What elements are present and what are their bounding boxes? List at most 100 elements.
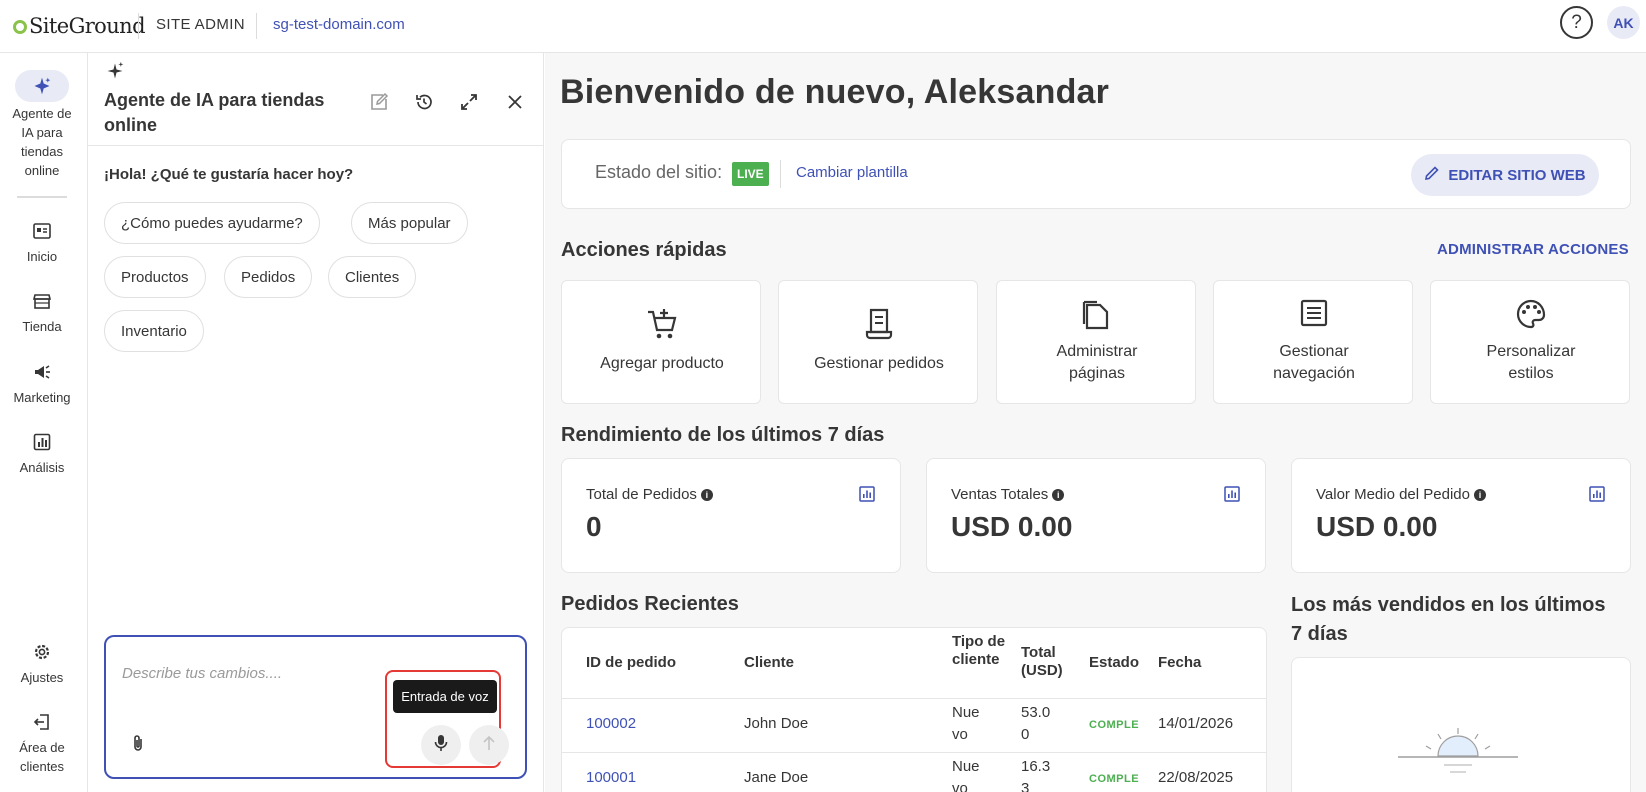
navigation-list-icon	[1214, 299, 1414, 327]
edit-site-label: EDITAR SITIO WEB	[1448, 166, 1586, 184]
nav-label: Marketing	[13, 390, 71, 405]
avatar[interactable]: AK	[1607, 6, 1640, 39]
new-chat-icon[interactable]	[365, 88, 393, 116]
quick-action-add-product[interactable]: Agregar producto	[561, 280, 761, 404]
edit-site-button[interactable]: EDITAR SITIO WEB	[1411, 154, 1599, 196]
site-admin-label: SITE ADMIN	[156, 16, 246, 33]
metric-title: Valor Medio del Pedido i	[1316, 486, 1486, 503]
quick-action-label: Gestionar pedidos	[814, 355, 944, 372]
row-divider	[562, 698, 1267, 699]
chart-icon[interactable]	[859, 486, 875, 507]
expand-icon[interactable]	[455, 88, 483, 116]
close-icon[interactable]	[501, 88, 529, 116]
suggestion-chip[interactable]: Pedidos	[224, 256, 313, 298]
exit-icon	[0, 712, 84, 732]
suggestion-chip[interactable]: Más popular	[351, 202, 468, 244]
order-id-link[interactable]: 100002	[586, 713, 636, 735]
metric-label: Valor Medio del Pedido	[1316, 486, 1470, 503]
paperclip-icon[interactable]	[129, 733, 147, 758]
palette-icon	[1431, 299, 1631, 329]
gear-icon	[0, 642, 84, 662]
metric-card-orders: Total de Pedidos i 0	[561, 458, 901, 573]
chart-icon[interactable]	[1589, 486, 1605, 507]
sunrise-empty-state-icon	[1396, 726, 1520, 783]
add-to-cart-icon	[562, 307, 762, 341]
quick-action-manage-navigation[interactable]: Gestionar navegación	[1213, 280, 1413, 404]
quick-action-manage-orders[interactable]: Gestionar pedidos	[778, 280, 978, 404]
chat-greeting: ¡Hola! ¿Qué te gustaría hacer hoy?	[104, 166, 354, 183]
microphone-icon	[432, 733, 450, 758]
metric-value: 0	[586, 511, 602, 542]
history-icon[interactable]	[410, 88, 438, 116]
suggestion-chip[interactable]: Clientes	[328, 256, 417, 298]
domain-link[interactable]: sg-test-domain.com	[273, 16, 405, 33]
info-icon[interactable]: i	[700, 488, 713, 501]
chat-header: Agente de IA para tiendas online	[88, 53, 544, 146]
store-icon	[0, 291, 84, 311]
nav-divider	[17, 196, 67, 198]
logo-icon	[13, 20, 27, 34]
table-header: Cliente	[744, 654, 795, 671]
quick-action-text: Gestionar navegación	[1273, 343, 1355, 382]
order-customer-type: Nue vo	[952, 704, 980, 743]
order-total: 16.3 3	[1021, 758, 1051, 792]
main-content: Bienvenido de nuevo, Aleksandar Estado d…	[545, 53, 1646, 792]
quick-action-customize-styles[interactable]: Personalizar estilos	[1430, 280, 1630, 404]
top-bar: SiteGround SITE ADMIN sg-test-domain.com…	[0, 0, 1646, 53]
send-button[interactable]	[469, 725, 509, 765]
nav-item-area-clientes[interactable]: Área de clientes	[0, 712, 84, 776]
metric-card-sales: Ventas Totales i USD 0.00	[926, 458, 1266, 573]
nav-item-tienda[interactable]: Tienda	[0, 291, 84, 336]
suggestion-chip[interactable]: Productos	[104, 256, 206, 298]
suggestion-chip[interactable]: ¿Cómo puedes ayudarme?	[104, 202, 320, 244]
nav-label: Ajustes	[20, 670, 64, 685]
recent-orders-title: Pedidos Recientes	[561, 593, 739, 615]
page-title: Bienvenido de nuevo, Aleksandar	[560, 73, 1110, 111]
table-header: Fecha	[1158, 654, 1202, 671]
info-icon[interactable]: i	[1473, 488, 1486, 501]
metric-label: Total de Pedidos	[586, 486, 697, 503]
divider	[256, 13, 257, 39]
microphone-button[interactable]	[421, 725, 461, 765]
nav-label: Tienda	[22, 319, 62, 334]
nav-label: Área de clientes	[19, 740, 65, 774]
siteground-logo[interactable]: SiteGround	[13, 13, 146, 39]
suggestion-chip[interactable]: Inventario	[104, 310, 204, 352]
site-status-label: Estado del sitio:	[595, 162, 723, 182]
status-badge: LIVE	[732, 162, 769, 186]
site-status-card: Estado del sitio: LIVE Cambiar plantilla…	[561, 139, 1631, 209]
quick-action-manage-pages[interactable]: Administrar páginas	[996, 280, 1196, 404]
megaphone-icon	[0, 362, 84, 382]
voice-input-tooltip: Entrada de voz	[393, 680, 497, 713]
nav-item-analisis[interactable]: Análisis	[0, 432, 84, 477]
order-date: 14/01/2026	[1158, 715, 1234, 732]
analytics-icon	[0, 432, 84, 452]
quick-action-label: Administrar páginas	[997, 341, 1197, 385]
order-id-link[interactable]: 100001	[586, 767, 636, 789]
metric-title: Total de Pedidos i	[586, 486, 713, 503]
nav-item-ai-agent[interactable]: Agente de IA para tiendas online	[0, 70, 84, 180]
nav-item-ajustes[interactable]: Ajustes	[0, 642, 84, 687]
table-header: Estado	[1089, 654, 1140, 671]
quick-action-text: Administrar páginas	[1056, 343, 1138, 382]
nav-label: Análisis	[19, 460, 65, 475]
metric-title: Ventas Totales i	[951, 486, 1065, 503]
manage-actions-link[interactable]: ADMINISTRAR ACCIONES	[1437, 241, 1629, 258]
left-nav: Agente de IA para tiendas online Inicio …	[0, 53, 88, 792]
chart-icon[interactable]	[1224, 486, 1240, 507]
nav-item-inicio[interactable]: Inicio	[0, 221, 84, 266]
chat-title: Agente de IA para tiendas online	[104, 90, 325, 135]
info-icon[interactable]: i	[1052, 488, 1065, 501]
performance-title: Rendimiento de los últimos 7 días	[561, 424, 885, 446]
nav-item-marketing[interactable]: Marketing	[0, 362, 84, 407]
table-header: ID de pedido	[586, 654, 676, 671]
metric-label: Ventas Totales	[951, 486, 1049, 503]
chat-input[interactable]: Describe tus cambios.... Entrada de voz	[104, 635, 527, 779]
change-template-link[interactable]: Cambiar plantilla	[796, 164, 908, 181]
row-divider	[562, 752, 1267, 753]
receipt-icon	[779, 307, 979, 341]
help-icon[interactable]: ?	[1560, 6, 1593, 39]
sparkle-icon	[15, 70, 69, 102]
quick-action-text: Personalizar estilos	[1486, 343, 1576, 382]
quick-action-label: Gestionar navegación	[1214, 341, 1414, 385]
